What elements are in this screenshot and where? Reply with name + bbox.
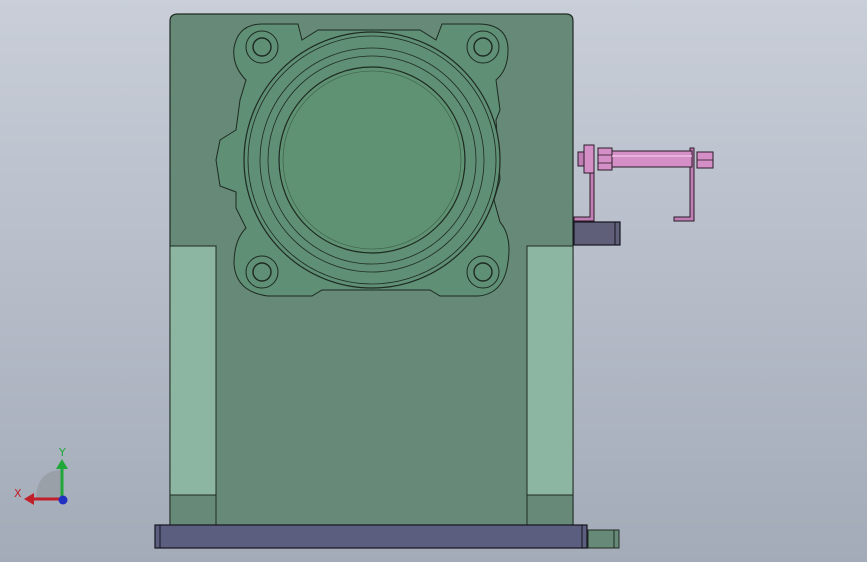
cylinder-body [611,150,693,168]
y-axis-label: Y [58,446,66,459]
hex-nut-left [583,144,595,174]
rod-end [577,151,585,167]
left-side-panel [169,245,217,496]
right-side-panel [526,245,574,496]
left-foot-block [169,494,217,528]
graphics-viewport[interactable]: Y X [0,0,867,562]
motor-flange[interactable] [215,23,510,297]
bearing-bore[interactable] [243,31,501,289]
coordinate-triad: Y X [14,446,68,505]
limit-switch-assembly[interactable] [573,144,714,222]
right-foot-block [526,494,574,528]
hex-nut-left-2 [597,147,613,171]
side-bracket[interactable] [573,221,621,246]
z-axis-dot [58,495,68,505]
base-plate[interactable] [154,524,620,549]
x-axis-label: X [14,487,22,500]
